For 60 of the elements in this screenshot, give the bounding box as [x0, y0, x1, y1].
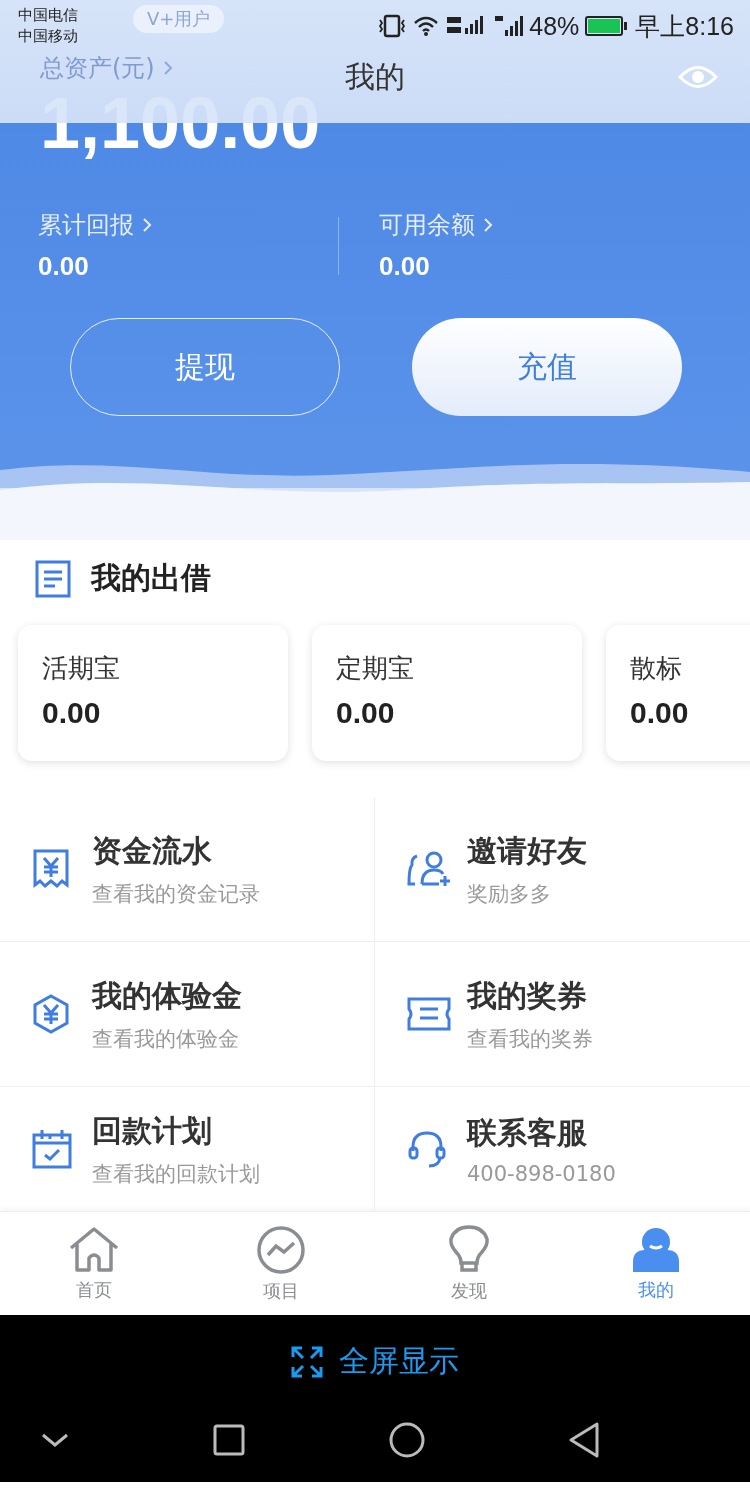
receipt-icon — [32, 849, 70, 889]
user-badge: V+用户 — [133, 5, 225, 33]
stat-value: 0.00 — [38, 251, 90, 283]
fullscreen-button[interactable]: 全屏显示 — [291, 1341, 459, 1382]
menu-title: 资金流水 — [92, 831, 213, 870]
ticket-icon — [407, 996, 451, 1032]
menu-item[interactable]: 我的奖券 查看我的奖券 — [375, 942, 750, 1087]
add-user-icon — [407, 850, 453, 888]
signal-icon — [493, 14, 524, 38]
product-amount: 0.00 — [42, 696, 102, 730]
trend-icon — [256, 1224, 307, 1275]
document-icon — [35, 559, 71, 598]
menu-item[interactable]: 邀请好友 奖励多多 — [375, 797, 750, 942]
product-name: 活期宝 — [42, 652, 121, 685]
page-title: 我的 — [345, 57, 405, 96]
menu-title: 回款计划 — [92, 1111, 213, 1150]
expand-icon — [291, 1345, 323, 1378]
chevron-right-icon — [142, 217, 152, 234]
menu-title: 我的奖券 — [467, 976, 588, 1015]
section-heading: 我的出借 — [91, 559, 211, 597]
menu-title: 我的体验金 — [92, 976, 242, 1015]
product-card[interactable]: 散标 0.00 — [606, 625, 750, 761]
home-button-icon[interactable] — [388, 1422, 425, 1458]
wifi-icon — [413, 15, 440, 37]
menu-subtitle: 查看我的资金记录 — [92, 880, 260, 908]
recharge-button[interactable]: 充值 — [412, 318, 682, 417]
product-amount: 0.00 — [336, 696, 396, 730]
coin-hexagon-icon — [32, 994, 70, 1034]
menu-title: 联系客服 — [467, 1113, 588, 1152]
stat-value: 0.00 — [379, 251, 431, 283]
lightbulb-icon — [446, 1224, 491, 1275]
clock: 早上8:16 — [635, 10, 734, 42]
menu-item[interactable]: 联系客服 400-898-0180 — [375, 1087, 750, 1211]
menu-subtitle: 400-898-0180 — [467, 1161, 616, 1186]
battery-icon — [585, 14, 630, 38]
user-icon — [631, 1225, 682, 1274]
recent-apps-icon[interactable] — [213, 1424, 246, 1456]
carrier-name: 中国移动 — [18, 26, 78, 47]
chevron-right-icon — [483, 217, 493, 234]
calendar-icon — [32, 1129, 72, 1169]
product-card[interactable]: 活期宝 0.00 — [18, 625, 288, 761]
menu-subtitle: 查看我的回款计划 — [92, 1160, 260, 1188]
product-name: 定期宝 — [336, 652, 415, 685]
menu-item[interactable]: 回款计划 查看我的回款计划 — [0, 1087, 375, 1211]
menu-subtitle: 查看我的体验金 — [92, 1025, 240, 1053]
product-card[interactable]: 定期宝 0.00 — [312, 625, 582, 761]
carrier-name: 中国电信 — [18, 5, 78, 26]
vibrate-icon — [377, 14, 408, 38]
back-icon[interactable] — [568, 1422, 600, 1458]
headset-icon — [407, 1129, 447, 1169]
menu-item[interactable]: 我的体验金 查看我的体验金 — [0, 942, 375, 1087]
menu-title: 邀请好友 — [467, 831, 587, 870]
nav-tab[interactable]: 项目 — [187, 1212, 375, 1315]
battery-percentage: 48% — [529, 11, 580, 41]
menu-subtitle: 奖励多多 — [467, 880, 552, 908]
product-name: 散标 — [630, 652, 683, 685]
menu-item[interactable]: 资金流水 查看我的资金记录 — [0, 797, 375, 942]
menu-subtitle: 查看我的奖券 — [467, 1025, 593, 1053]
product-amount: 0.00 — [630, 696, 690, 730]
chevron-right-icon — [162, 60, 173, 76]
